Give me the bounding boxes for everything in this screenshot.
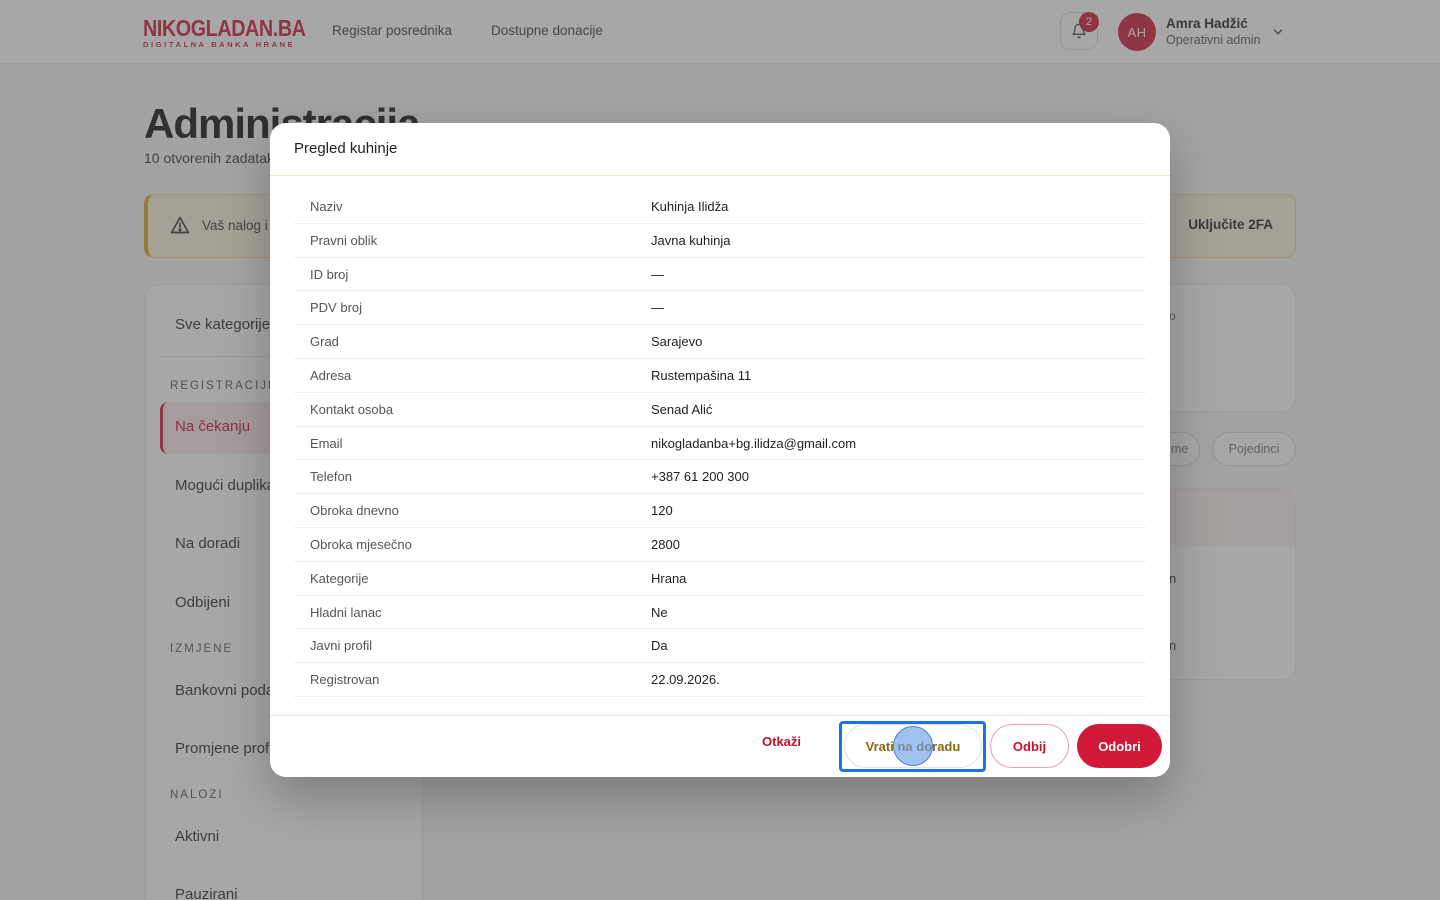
detail-label: Email xyxy=(310,435,343,451)
detail-row: Hladni lanac Ne xyxy=(294,596,1146,630)
reject-button[interactable]: Odbij xyxy=(990,724,1069,768)
detail-value: nikogladanba+bg.ilidza@gmail.com xyxy=(651,435,857,451)
detail-row: ID broj — xyxy=(294,258,1146,292)
detail-value: Sarajevo xyxy=(651,334,703,350)
detail-value: Hrana xyxy=(651,570,687,586)
modal-title: Pregled kuhinje xyxy=(294,140,398,157)
detail-value: Rustempašina 11 xyxy=(651,367,752,383)
detail-value: Da xyxy=(651,638,668,654)
detail-row: Javni profil Da xyxy=(294,629,1146,664)
detail-value: +387 61 200 300 xyxy=(651,469,749,485)
detail-row: Registrovan 22.09.2026. xyxy=(294,663,1146,697)
cancel-button[interactable]: Otkaži xyxy=(762,734,801,749)
detail-row: Telefon +387 61 200 300 xyxy=(294,460,1146,495)
detail-row: Grad Sarajevo xyxy=(294,325,1146,359)
detail-label: Kontakt osoba xyxy=(310,401,394,417)
detail-row: Email nikogladanba+bg.ilidza@gmail.com xyxy=(294,427,1146,461)
detail-label: Obroka mjesečno xyxy=(310,536,412,552)
detail-list: Naziv Kuhinja Ilidža Pravni oblik Javna kuh… xyxy=(294,190,1146,697)
detail-label: Obroka dnevno xyxy=(310,503,399,519)
detail-row: Pravni oblik Javna kuhinja xyxy=(294,224,1146,258)
click-indicator xyxy=(893,726,933,766)
detail-value: 120 xyxy=(651,503,673,519)
detail-row: Obroka dnevno 120 xyxy=(294,494,1146,528)
detail-value: — xyxy=(651,266,664,282)
detail-value: Kuhinja Ilidža xyxy=(651,199,729,214)
detail-label: ID broj xyxy=(310,266,349,282)
detail-value: 22.09.2026. xyxy=(651,672,720,688)
detail-value: 2800 xyxy=(651,536,680,552)
detail-label: Registrovan xyxy=(310,672,380,688)
approve-button[interactable]: Odobri xyxy=(1077,724,1162,768)
detail-label: Adresa xyxy=(310,367,352,383)
modal-header-divider xyxy=(270,175,1170,176)
modal-footer-divider xyxy=(270,715,1170,716)
detail-value: Senad Alić xyxy=(651,401,713,417)
detail-value: — xyxy=(651,300,664,316)
detail-row: PDV broj — xyxy=(294,291,1146,326)
detail-row: Adresa Rustempašina 11 xyxy=(294,359,1146,393)
detail-label: Pravni oblik xyxy=(310,232,378,248)
detail-label: Javni profil xyxy=(310,638,373,654)
detail-label: PDV broj xyxy=(310,300,363,316)
detail-row: Obroka mjesečno 2800 xyxy=(294,528,1146,562)
detail-label: Grad xyxy=(310,334,339,350)
detail-value: Javna kuhinja xyxy=(651,232,731,248)
detail-row: Kategorije Hrana xyxy=(294,562,1146,596)
kitchen-review-modal: Pregled kuhinje Naziv Kuhinja Ilidža Pravn… xyxy=(270,123,1170,777)
detail-value: Ne xyxy=(651,604,668,620)
detail-label: Naziv xyxy=(310,199,343,214)
detail-label: Telefon xyxy=(310,469,352,485)
detail-row: Naziv Kuhinja Ilidža xyxy=(294,190,1146,224)
detail-row: Kontakt osoba Senad Alić xyxy=(294,393,1146,427)
detail-label: Hladni lanac xyxy=(310,604,382,620)
detail-label: Kategorije xyxy=(310,570,369,586)
